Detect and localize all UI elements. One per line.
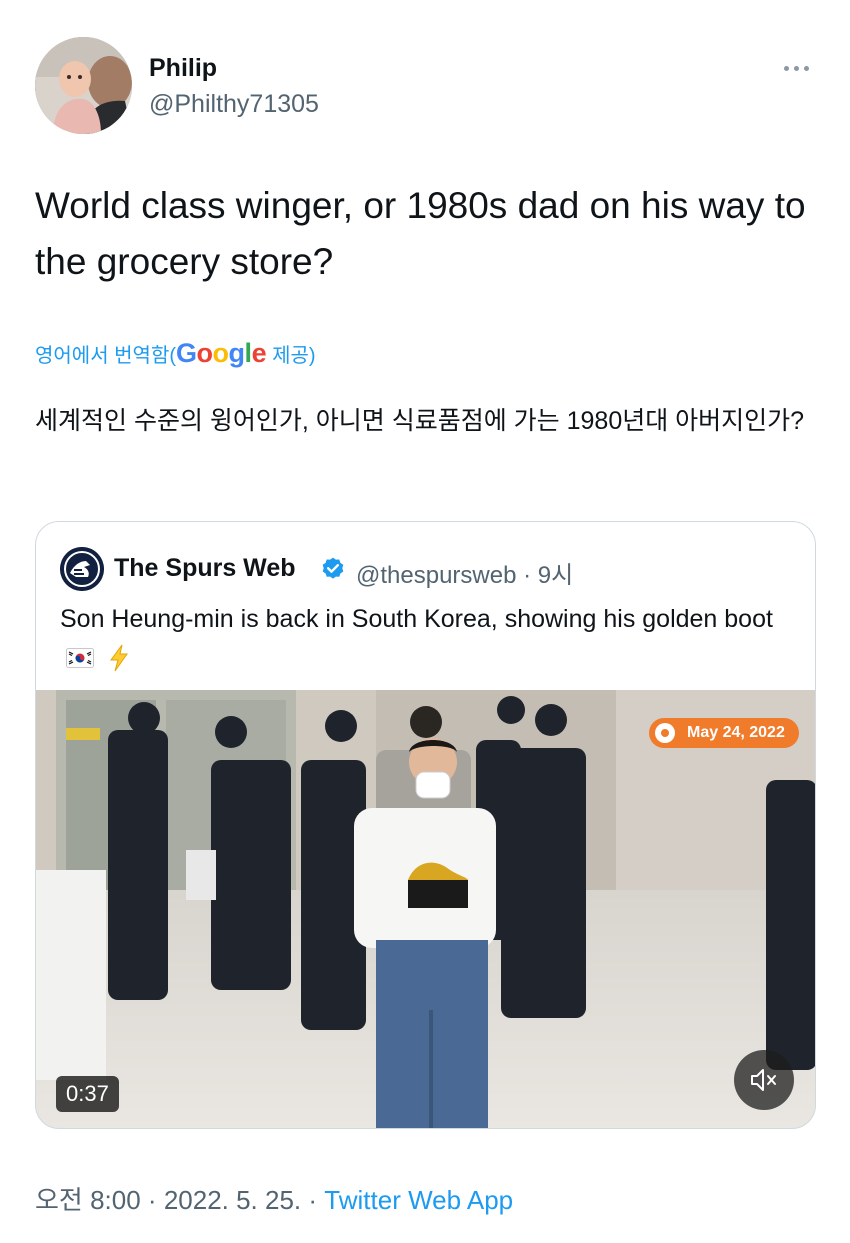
video-player[interactable]: May 24, 2022 0:37	[36, 690, 815, 1128]
translation-suffix: 제공)	[272, 345, 316, 367]
tweet-text: World class winger, or 1980s dad on his …	[35, 185, 806, 282]
tweet-source-link[interactable]: Twitter Web App	[324, 1185, 513, 1215]
quoted-author-handle[interactable]: @thespursweb	[356, 562, 516, 589]
video-thumbnail	[36, 690, 815, 1128]
spurs-web-logo-icon	[60, 547, 104, 591]
quoted-tweet-card[interactable]: The Spurs Web @thespursweb · 9시 Son Heun…	[35, 521, 816, 1129]
video-date-badge: May 24, 2022	[649, 718, 799, 748]
mute-button[interactable]	[734, 1050, 794, 1110]
quoted-tweet-meta: @thespursweb · 9시	[356, 555, 573, 590]
translation-attribution[interactable]: 영어에서 번역함( Google 제공)	[35, 338, 316, 369]
translated-text: 세계적인 수준의 윙어인가, 아니면 식료품점에 가는 1980년대 아버지인가…	[35, 407, 805, 435]
quoted-tweet-time[interactable]: 9시	[538, 562, 573, 589]
video-duration-badge: 0:37	[56, 1076, 119, 1112]
tweet-timestamp-line: 오전 8:00 · 2022. 5. 25. · Twitter Web App	[35, 1180, 513, 1217]
avatar-photo	[35, 37, 132, 134]
translation-prefix: 영어에서 번역함(	[35, 345, 177, 367]
author-handle[interactable]: @Philthy71305	[149, 90, 319, 119]
footer-separator: ·	[147, 1185, 157, 1215]
verified-badge-icon	[322, 557, 344, 579]
footer-separator: ·	[308, 1185, 318, 1215]
more-options-icon[interactable]	[778, 56, 814, 80]
volume-muted-icon	[751, 1069, 776, 1091]
quoted-author-avatar[interactable]	[60, 547, 104, 591]
flag-south-korea-icon	[66, 648, 94, 669]
video-date-text: May 24, 2022	[687, 724, 785, 741]
quoted-author-name[interactable]: The Spurs Web	[114, 554, 296, 583]
clock-icon	[655, 723, 675, 743]
tweet-author-avatar[interactable]	[35, 37, 132, 134]
tweet-date[interactable]: 2022. 5. 25.	[164, 1185, 301, 1215]
quoted-tweet-text: Son Heung-min is back in South Korea, sh…	[60, 600, 780, 676]
high-voltage-icon	[109, 645, 128, 672]
google-logo: Google	[176, 338, 267, 368]
author-name[interactable]: Philip	[149, 54, 217, 83]
tweet-time[interactable]: 오전 8:00	[35, 1185, 141, 1215]
quoted-tweet-body: Son Heung-min is back in South Korea, sh…	[60, 605, 773, 633]
meta-separator: ·	[523, 562, 532, 589]
